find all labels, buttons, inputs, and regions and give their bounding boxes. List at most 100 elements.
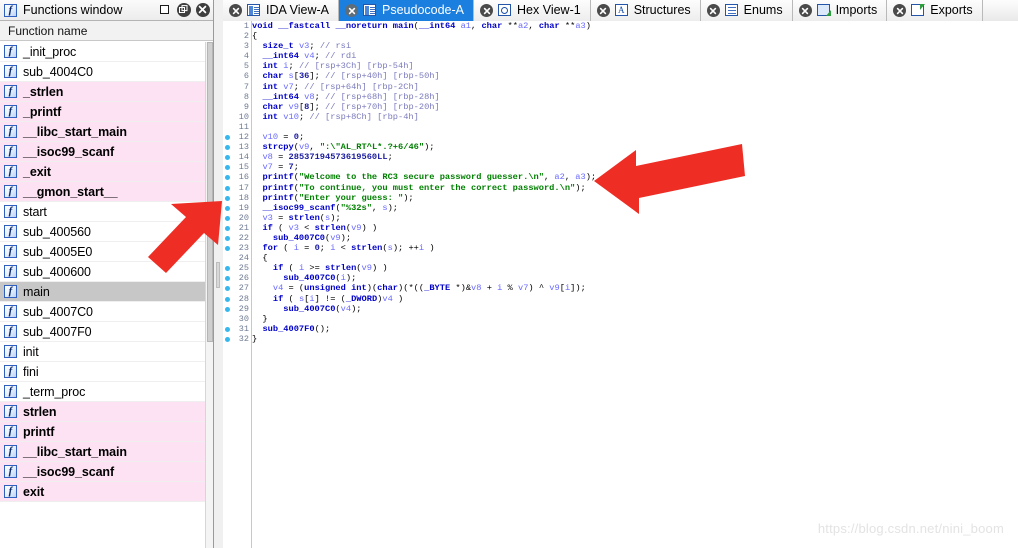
- code-line[interactable]: v7 = 7;: [252, 162, 1018, 172]
- code-line[interactable]: int v7; // [rsp+64h] [rbp-2Ch]: [252, 82, 1018, 92]
- function-list-item[interactable]: f __libc_start_main: [0, 122, 205, 142]
- pane-splitter[interactable]: [214, 0, 223, 548]
- code-line[interactable]: if ( s[i] != (_DWORD)v4 ): [252, 294, 1018, 304]
- float-window-button[interactable]: [176, 2, 191, 17]
- code-line[interactable]: printf("To continue, you must enter the …: [252, 183, 1018, 193]
- tab-pseudocode-a[interactable]: Pseudocode-A: [339, 0, 475, 21]
- code-line[interactable]: __int64 v4; // rdi: [252, 51, 1018, 61]
- line-marker-dot[interactable]: [225, 175, 230, 181]
- function-list-item[interactable]: f sub_4004C0: [0, 62, 205, 82]
- function-list-item[interactable]: f sub_4005E0: [0, 242, 205, 262]
- function-list-item[interactable]: f printf: [0, 422, 205, 442]
- code-line[interactable]: int v10; // [rsp+8Ch] [rbp-4h]: [252, 112, 1018, 122]
- line-marker-dot[interactable]: [225, 195, 230, 201]
- function-list-item[interactable]: f main: [0, 282, 205, 302]
- line-marker-dot[interactable]: [225, 185, 230, 191]
- close-icon[interactable]: [480, 4, 494, 17]
- line-marker-dot[interactable]: [225, 336, 230, 342]
- code-line[interactable]: sub_4007C0(v4);: [252, 304, 1018, 314]
- code-line[interactable]: if ( v3 < strlen(v9) ): [252, 223, 1018, 233]
- line-marker-dot[interactable]: [225, 155, 230, 161]
- code-line[interactable]: void __fastcall __noreturn main(__int64 …: [252, 21, 1018, 31]
- line-marker-dot[interactable]: [225, 225, 230, 231]
- splitter-grip[interactable]: [216, 262, 220, 288]
- code-line[interactable]: char s[36]; // [rsp+40h] [rbp-50h]: [252, 71, 1018, 81]
- close-window-button[interactable]: [195, 2, 210, 17]
- code-line[interactable]: size_t v3; // rsi: [252, 41, 1018, 51]
- view-tab-bar[interactable]: IDA View-A Pseudocode-A Hex View-1 A Structu…: [223, 0, 1018, 22]
- line-marker-dot[interactable]: [225, 235, 230, 241]
- code-line[interactable]: v8 = 28537194573619560LL;: [252, 152, 1018, 162]
- function-name-column-header[interactable]: Function name: [0, 21, 213, 41]
- close-icon[interactable]: [345, 4, 358, 17]
- tab-exports[interactable]: Exports: [887, 0, 983, 21]
- code-line[interactable]: }: [252, 334, 1018, 344]
- close-icon[interactable]: [706, 4, 720, 17]
- function-list-item[interactable]: f exit: [0, 482, 205, 502]
- function-list-item[interactable]: f _strlen: [0, 82, 205, 102]
- line-marker-dot[interactable]: [225, 165, 230, 171]
- function-list-item[interactable]: f init: [0, 342, 205, 362]
- code-line[interactable]: v10 = 0;: [252, 132, 1018, 142]
- function-list-scrollbar[interactable]: [205, 42, 213, 548]
- code-line[interactable]: {: [252, 31, 1018, 41]
- function-list-item[interactable]: f _term_proc: [0, 382, 205, 402]
- function-list-item[interactable]: f _printf: [0, 102, 205, 122]
- close-icon[interactable]: [229, 4, 242, 17]
- code-line[interactable]: sub_4007F0();: [252, 324, 1018, 334]
- line-marker-dot[interactable]: [225, 205, 230, 211]
- line-marker-dot[interactable]: [225, 326, 230, 332]
- line-marker-dot[interactable]: [225, 286, 230, 292]
- line-marker-dot[interactable]: [225, 246, 230, 252]
- line-marker-dot[interactable]: [225, 266, 230, 272]
- line-marker-dot[interactable]: [225, 296, 230, 302]
- function-list-item[interactable]: f _exit: [0, 162, 205, 182]
- pseudocode-view[interactable]: 1 2 3 4 5 6 7 8 9 10 11 12 13 14 15 16 17 18 19 20 21 22 23 24 2…: [223, 21, 1018, 548]
- function-list-item[interactable]: f sub_400600: [0, 262, 205, 282]
- scrollbar-thumb[interactable]: [207, 42, 213, 342]
- code-line[interactable]: {: [252, 253, 1018, 263]
- function-list-item[interactable]: f __gmon_start__: [0, 182, 205, 202]
- function-list-item[interactable]: f __isoc99_scanf: [0, 142, 205, 162]
- code-line[interactable]: printf("Welcome to the RC3 secure passwo…: [252, 172, 1018, 182]
- restore-window-button[interactable]: [157, 2, 172, 17]
- code-line[interactable]: v4 = (unsigned int)(char)(*((_BYTE *)&v8…: [252, 283, 1018, 293]
- function-list-item[interactable]: f sub_4007F0: [0, 322, 205, 342]
- line-marker-dot[interactable]: [225, 135, 230, 141]
- tab-structures[interactable]: A Structures: [590, 0, 701, 21]
- code-line[interactable]: strcpy(v9, ":\"AL_RT^L*.?+6/46");: [252, 142, 1018, 152]
- function-list-item[interactable]: f strlen: [0, 402, 205, 422]
- code-line[interactable]: __int64 v8; // [rsp+68h] [rbp-28h]: [252, 92, 1018, 102]
- function-list-item[interactable]: f _init_proc: [0, 42, 205, 62]
- code-line[interactable]: printf("Enter your guess: ");: [252, 193, 1018, 203]
- line-marker-dot[interactable]: [225, 215, 230, 221]
- function-list[interactable]: f _init_proc f sub_4004C0 f _strlen f _printf f _…: [0, 42, 205, 548]
- function-list-item[interactable]: f sub_400560: [0, 222, 205, 242]
- line-marker-dot[interactable]: [225, 306, 230, 312]
- code-line[interactable]: for ( i = 0; i < strlen(s); ++i ): [252, 243, 1018, 253]
- code-line[interactable]: if ( i >= strlen(v9) ): [252, 263, 1018, 273]
- function-list-item[interactable]: f fini: [0, 362, 205, 382]
- code-line[interactable]: v3 = strlen(s);: [252, 213, 1018, 223]
- tab-imports[interactable]: Imports: [792, 0, 888, 21]
- tab-ida-view-a[interactable]: IDA View-A: [223, 0, 339, 21]
- code-line[interactable]: sub_4007C0(i);: [252, 273, 1018, 283]
- close-icon[interactable]: [893, 4, 907, 17]
- code-line[interactable]: char v9[8]; // [rsp+70h] [rbp-20h]: [252, 102, 1018, 112]
- function-list-item[interactable]: f __isoc99_scanf: [0, 462, 205, 482]
- function-list-item[interactable]: f __libc_start_main: [0, 442, 205, 462]
- code-line[interactable]: sub_4007C0(v9);: [252, 233, 1018, 243]
- function-list-item[interactable]: f start: [0, 202, 205, 222]
- close-icon[interactable]: [798, 4, 812, 17]
- close-icon[interactable]: [596, 4, 610, 17]
- pseudocode-text[interactable]: void __fastcall __noreturn main(__int64 …: [252, 21, 1018, 548]
- line-marker-dot[interactable]: [225, 145, 230, 151]
- tab-enums[interactable]: Enums: [700, 0, 793, 21]
- code-line[interactable]: __isoc99_scanf("%32s", s);: [252, 203, 1018, 213]
- code-line[interactable]: }: [252, 314, 1018, 324]
- line-marker-dot[interactable]: [225, 276, 230, 282]
- code-line[interactable]: int i; // [rsp+3Ch] [rbp-54h]: [252, 61, 1018, 71]
- function-list-item[interactable]: f sub_4007C0: [0, 302, 205, 322]
- tab-hex-view-1[interactable]: Hex View-1: [474, 0, 591, 21]
- code-line[interactable]: [252, 122, 1018, 132]
